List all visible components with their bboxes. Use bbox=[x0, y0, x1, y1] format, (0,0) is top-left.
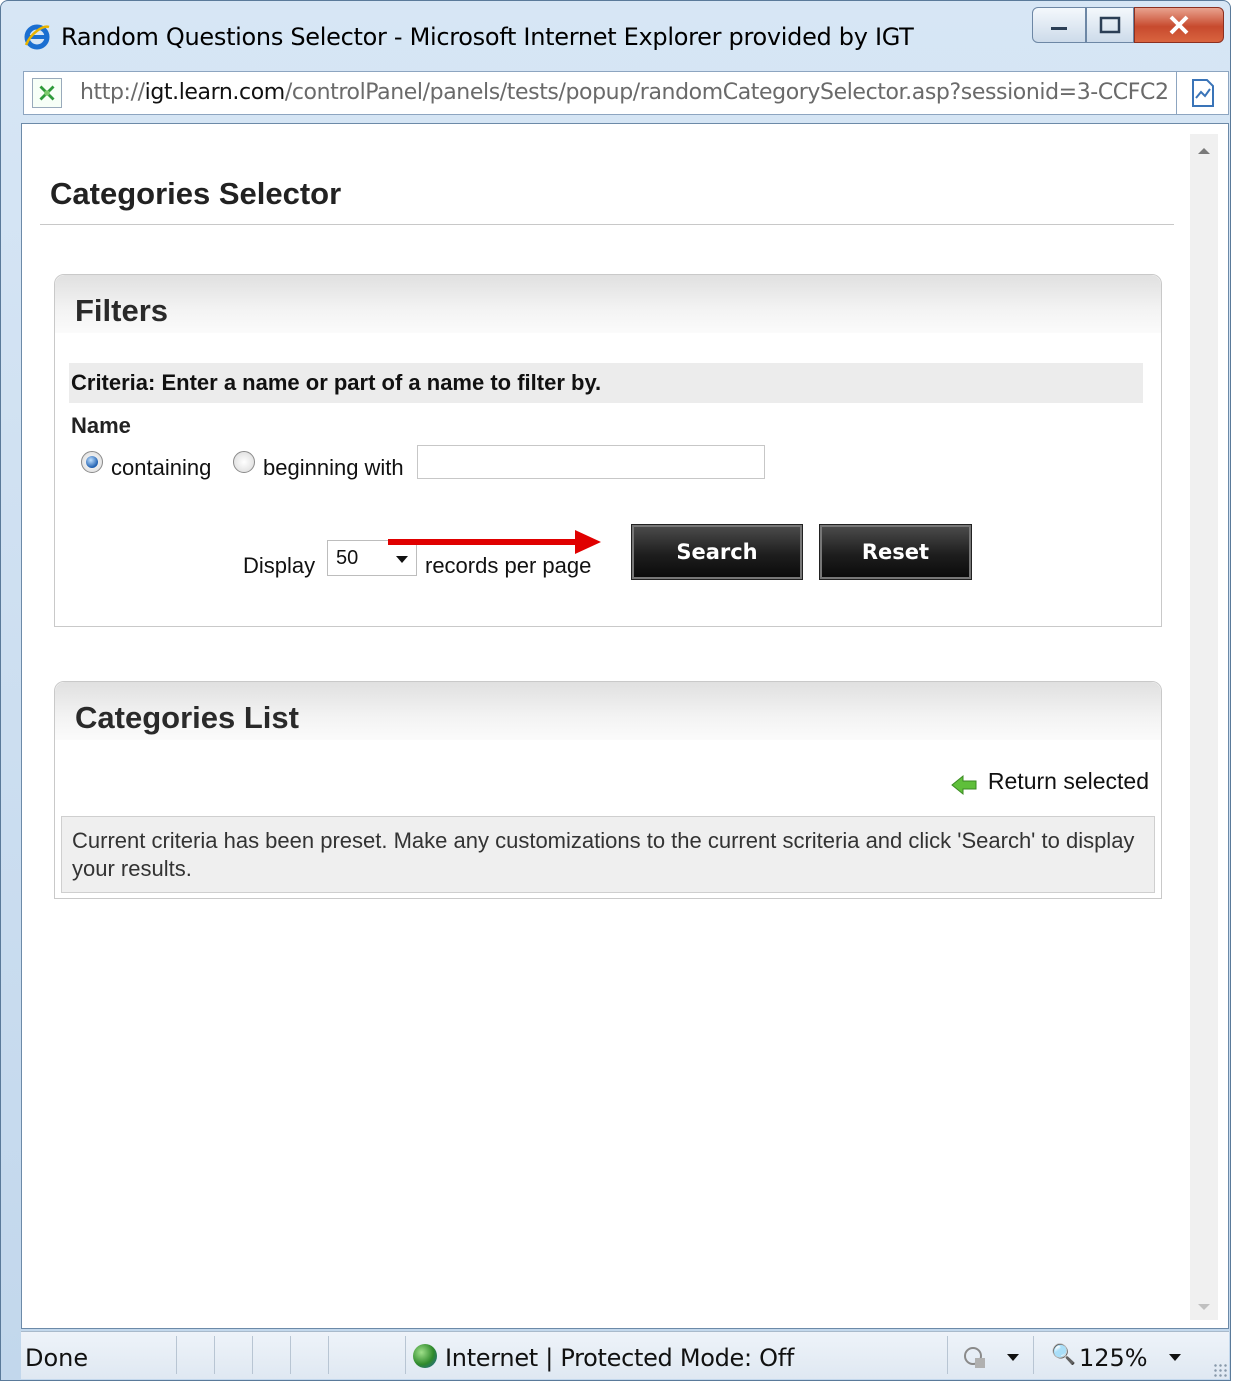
search-button[interactable]: Search bbox=[631, 524, 803, 580]
chevron-down-icon bbox=[396, 556, 408, 563]
window-controls bbox=[1032, 7, 1224, 45]
annotation-arrow-line bbox=[388, 539, 578, 545]
records-per-page-select[interactable]: 50 bbox=[327, 540, 417, 576]
status-divider bbox=[947, 1336, 948, 1374]
scroll-up-icon[interactable] bbox=[1198, 148, 1210, 154]
status-divider bbox=[290, 1336, 291, 1374]
filters-panel-header: Filters bbox=[55, 275, 1161, 333]
categories-list-header: Categories List bbox=[55, 682, 1161, 740]
page-content: Categories Selector Filters Criteria: En… bbox=[21, 123, 1229, 1329]
url-domain: igt.learn.com bbox=[144, 80, 286, 105]
status-text: Done bbox=[25, 1344, 89, 1372]
window-title: Random Questions Selector - Microsoft In… bbox=[61, 23, 914, 51]
url-path: /controlPanel/panels/tests/popup/randomC… bbox=[284, 80, 1169, 105]
address-bar[interactable]: http://igt.learn.com/controlPanel/panels… bbox=[23, 71, 1229, 115]
minimize-icon bbox=[1051, 27, 1067, 30]
vertical-scrollbar[interactable] bbox=[1190, 134, 1218, 1320]
status-bar: Done Internet | Protected Mode: Off 🔍 12… bbox=[21, 1331, 1229, 1379]
close-icon bbox=[1169, 15, 1189, 35]
criteria-bar: Criteria: Enter a name or part of a name… bbox=[69, 363, 1143, 403]
categories-list-heading: Categories List bbox=[75, 700, 299, 735]
security-dropdown-icon[interactable] bbox=[1007, 1354, 1019, 1361]
close-button[interactable] bbox=[1134, 7, 1224, 43]
compatibility-view-icon bbox=[1191, 79, 1214, 107]
containing-radio[interactable] bbox=[81, 451, 103, 473]
title-bar: Random Questions Selector - Microsoft In… bbox=[1, 1, 1230, 65]
compatibility-view-button[interactable] bbox=[1176, 72, 1228, 114]
return-selected-label[interactable]: Return selected bbox=[988, 768, 1149, 794]
zoom-dropdown-icon[interactable] bbox=[1169, 1354, 1181, 1361]
info-message: Current criteria has been preset. Make a… bbox=[61, 816, 1155, 893]
annotation-arrow-head-icon bbox=[575, 530, 601, 554]
status-divider bbox=[214, 1336, 215, 1374]
display-label: Display bbox=[243, 553, 316, 578]
criteria-text: Criteria: Enter a name or part of a name… bbox=[71, 370, 602, 395]
filters-panel: Filters Criteria: Enter a name or part o… bbox=[54, 274, 1162, 627]
containing-label[interactable]: containing bbox=[111, 455, 211, 481]
globe-icon bbox=[413, 1344, 437, 1368]
address-url[interactable]: http://igt.learn.com/controlPanel/panels… bbox=[80, 80, 1170, 105]
maximize-button[interactable] bbox=[1086, 7, 1134, 43]
records-per-page-label: records per page bbox=[425, 553, 592, 578]
security-zone[interactable]: Internet | Protected Mode: Off bbox=[445, 1344, 794, 1372]
return-selected-link[interactable]: Return selected bbox=[951, 768, 1149, 798]
page-title: Categories Selector bbox=[50, 176, 342, 211]
maximize-icon bbox=[1099, 16, 1121, 34]
beginning-with-label[interactable]: beginning with bbox=[263, 455, 404, 481]
scroll-down-icon[interactable] bbox=[1198, 1304, 1210, 1310]
security-settings-icon[interactable] bbox=[961, 1344, 989, 1372]
status-divider bbox=[1033, 1336, 1034, 1374]
status-divider bbox=[328, 1336, 329, 1374]
title-divider bbox=[40, 224, 1174, 225]
name-label: Name bbox=[71, 413, 131, 438]
internet-explorer-icon bbox=[24, 24, 50, 50]
browser-window: Random Questions Selector - Microsoft In… bbox=[0, 0, 1231, 1381]
status-divider bbox=[405, 1336, 406, 1374]
name-filter-input[interactable] bbox=[417, 445, 765, 479]
minimize-button[interactable] bbox=[1032, 7, 1086, 43]
status-divider bbox=[176, 1336, 177, 1374]
page-favicon-icon bbox=[32, 78, 62, 108]
filters-heading: Filters bbox=[75, 293, 169, 328]
status-divider bbox=[252, 1336, 253, 1374]
zoom-icon[interactable]: 🔍 bbox=[1051, 1342, 1076, 1366]
reset-button[interactable]: Reset bbox=[819, 524, 972, 580]
categories-list-panel: Categories List Return selected Current … bbox=[54, 681, 1162, 899]
records-per-page-value: 50 bbox=[336, 547, 359, 569]
beginning-with-radio[interactable] bbox=[233, 451, 255, 473]
url-prefix: http:// bbox=[80, 80, 145, 105]
zoom-level[interactable]: 125% bbox=[1079, 1344, 1148, 1372]
green-arrow-left-icon bbox=[951, 774, 977, 796]
resize-grip-icon[interactable] bbox=[1213, 1363, 1227, 1377]
